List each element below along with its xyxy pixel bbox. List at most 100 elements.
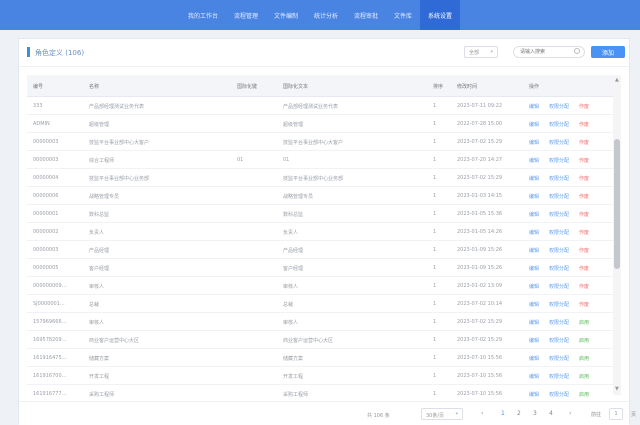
edit-link[interactable]: 编辑 [529,373,539,380]
edit-link[interactable]: 编辑 [529,265,539,272]
cell-name: 总裁 [89,302,100,308]
scroll-up-icon[interactable]: ▲ [615,77,619,83]
add-button[interactable]: 添加 [591,46,625,58]
permission-link[interactable]: 权限分配 [549,229,569,236]
status-link[interactable]: 作废 [579,193,589,200]
edit-link[interactable]: 编辑 [529,301,539,308]
scrollbar-thumb[interactable] [614,139,620,269]
chevron-down-icon: ▾ [490,49,493,55]
status-link[interactable]: 启用 [579,355,589,362]
cell-time: 2023-07-02 10:14 [457,301,503,307]
nav-item-stats[interactable]: 统计分析 [306,0,346,30]
cell-name: 技监平台事业部中心大客户 [89,140,150,146]
status-link[interactable]: 作废 [579,175,589,182]
permission-link[interactable]: 权限分配 [549,139,569,146]
next-page-button[interactable]: › [569,410,571,417]
edit-link[interactable]: 编辑 [529,283,539,290]
permission-link[interactable]: 权限分配 [549,337,569,344]
nav-item-approval[interactable]: 流程审批 [346,0,386,30]
nav-item-file-edit[interactable]: 文件编制 [266,0,306,30]
permission-link[interactable]: 权限分配 [549,103,569,110]
page-size-select[interactable]: 30条/页 ▾ [421,408,463,420]
cell-time: 2023-07-02 15:29 [457,337,503,343]
edit-link[interactable]: 编辑 [529,193,539,200]
cell-code: 333 [33,103,43,109]
permission-link[interactable]: 权限分配 [549,355,569,362]
filter-select[interactable]: 全部 ▾ [464,46,498,58]
edit-link[interactable]: 编辑 [529,139,539,146]
status-link[interactable]: 作废 [579,103,589,110]
status-link[interactable]: 启用 [579,319,589,326]
status-link[interactable]: 作废 [579,301,589,308]
status-link[interactable]: 作废 [579,157,589,164]
table-row: 157969666... 审核人 审核人 1 2023-07-02 15:29 编辑 权限分… [27,313,613,331]
edit-link[interactable]: 编辑 [529,247,539,254]
page-1[interactable]: 1 [501,410,505,417]
page-3[interactable]: 3 [533,410,537,417]
status-link[interactable]: 启用 [579,373,589,380]
cell-name: 负责人 [89,230,105,236]
cell-time: 2023-07-10 15:56 [457,355,503,361]
nav-item-library[interactable]: 文件库 [386,0,420,30]
cell-name: 审核人 [89,320,105,326]
chevron-down-icon: ▾ [455,411,458,417]
table-row: 00000002 负责人 负责人 1 2023-01-05 14:26 编辑 权限分配 作废 [27,223,613,241]
permission-link[interactable]: 权限分配 [549,373,569,380]
edit-link[interactable]: 编辑 [529,157,539,164]
permission-link[interactable]: 权限分配 [549,301,569,308]
cell-sort: 1 [433,373,437,379]
permission-link[interactable]: 权限分配 [549,319,569,326]
prev-page-button[interactable]: ‹ [481,410,483,417]
scroll-down-icon[interactable]: ▼ [615,386,619,392]
nav-item-workbench[interactable]: 我的工作台 [180,0,226,30]
cell-time: 2023-07-02 15:29 [457,319,503,325]
edit-link[interactable]: 编辑 [529,103,539,110]
permission-link[interactable]: 权限分配 [549,265,569,272]
goto-page-input[interactable] [609,408,623,420]
cell-name: 客户经理 [89,266,110,272]
status-link[interactable]: 作废 [579,121,589,128]
cell-time: 2023-07-10 15:56 [457,373,503,379]
edit-link[interactable]: 编辑 [529,211,539,218]
permission-link[interactable]: 权限分配 [549,247,569,254]
edit-link[interactable]: 编辑 [529,355,539,362]
status-link[interactable]: 启用 [579,391,589,398]
permission-link[interactable]: 权限分配 [549,193,569,200]
cell-text: 总裁 [283,302,294,308]
title-accent [27,47,30,57]
edit-link[interactable]: 编辑 [529,229,539,236]
status-link[interactable]: 作废 [579,283,589,290]
page-2[interactable]: 2 [517,410,521,417]
permission-link[interactable]: 权限分配 [549,157,569,164]
table-row: 00000005 客户经理 客户经理 1 2023-01-09 15:26 编辑 权限分配 作… [27,259,613,277]
status-link[interactable]: 作废 [579,211,589,218]
cell-sort: 1 [433,355,437,361]
edit-link[interactable]: 编辑 [529,319,539,326]
permission-link[interactable]: 权限分配 [549,121,569,128]
cell-code: 161916777... [33,391,67,397]
status-link[interactable]: 作废 [579,139,589,146]
permission-link[interactable]: 权限分配 [549,211,569,218]
status-link[interactable]: 作废 [579,247,589,254]
edit-link[interactable]: 编辑 [529,391,539,398]
status-link[interactable]: 作废 [579,229,589,236]
cell-time: 2023-01-05 14:26 [457,229,503,235]
permission-link[interactable]: 权限分配 [549,391,569,398]
nav-item-process[interactable]: 流程管理 [226,0,266,30]
page-4[interactable]: 4 [549,410,553,417]
edit-link[interactable]: 编辑 [529,121,539,128]
cell-sort: 1 [433,139,437,145]
permission-link[interactable]: 权限分配 [549,175,569,182]
permission-link[interactable]: 权限分配 [549,283,569,290]
col-time: 修改时间 [457,84,478,90]
status-link[interactable]: 作废 [579,265,589,272]
page-size-value: 30条/页 [426,413,445,419]
search-icon[interactable] [574,48,580,54]
edit-link[interactable]: 编辑 [529,175,539,182]
status-link[interactable]: 启用 [579,337,589,344]
edit-link[interactable]: 编辑 [529,337,539,344]
cell-text: 数科总监 [283,212,304,218]
nav-item-settings[interactable]: 系统设置 [420,0,461,30]
cell-name: 采购工程师 [89,392,115,398]
cell-name: 商业客户运营中心大区 [89,338,140,344]
